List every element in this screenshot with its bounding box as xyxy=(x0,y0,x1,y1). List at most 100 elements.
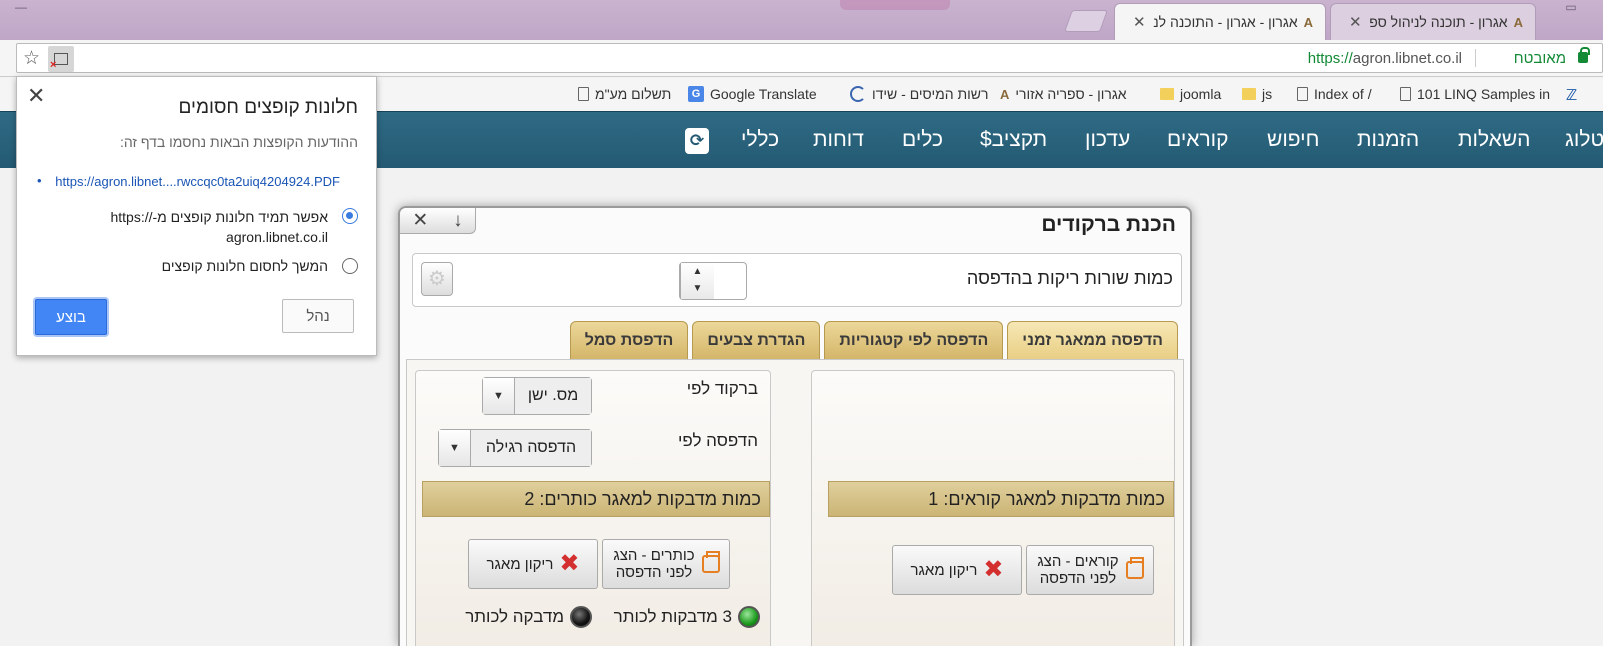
led-three-labels[interactable] xyxy=(738,606,760,628)
led-three-labels-label: 3 מדבקות לכותר xyxy=(613,607,732,626)
block-popups-radio[interactable] xyxy=(342,258,358,274)
close-tab-icon[interactable]: ✕ xyxy=(1127,13,1146,31)
led-one-label-label: מדבקה לכותר xyxy=(465,607,564,626)
empty-rows-row: כמות שורות ריקות בהדפסה ▲ ▼ ⚙ xyxy=(412,253,1182,307)
nav-tools[interactable]: כלים xyxy=(902,128,943,152)
agron-favicon-icon: A xyxy=(1303,14,1313,30)
titles-clear-pool-button[interactable]: ✖ ריקון מאגר xyxy=(468,539,598,589)
close-icon[interactable]: ✕ xyxy=(27,83,45,109)
barcode-by-label: ברקוד לפי xyxy=(686,379,758,398)
nav-general[interactable]: כללי xyxy=(741,128,779,152)
popup-blocked-bubble: ✕ חלונות קופצים חסומים ההודעות הקופצות ה… xyxy=(16,76,377,356)
red-x-icon: ✖ xyxy=(559,550,580,577)
printer-icon xyxy=(1126,557,1144,579)
bookmark-star-icon[interactable]: ☆ xyxy=(23,47,40,70)
done-button[interactable]: בוצע xyxy=(35,299,107,335)
red-x-icon: ✖ xyxy=(983,556,1004,583)
titles-show-before-print-button[interactable]: כותרים - הצג לפני הדפסה xyxy=(602,539,730,589)
nav-readers[interactable]: קוראים xyxy=(1167,128,1229,152)
readers-group-header: כמות מדבקות למאגר קוראים: 1 xyxy=(828,481,1174,517)
profile-icon[interactable]: ▭ xyxy=(1560,0,1582,18)
browser-tab-active[interactable]: A אגרון - אגרון - התוכנה לנ ✕ xyxy=(1114,3,1326,40)
tab-color-settings[interactable]: הגדרת צבעים xyxy=(692,321,821,359)
dialog-toolbar: ✕ ↓ xyxy=(400,208,476,234)
close-tab-icon[interactable]: ✕ xyxy=(1343,13,1362,31)
refresh-button[interactable]: ⟳ xyxy=(685,128,709,154)
agron-favicon-icon: A xyxy=(1513,14,1523,30)
bookmark-item[interactable]: תשלום מע"מ xyxy=(578,86,671,102)
close-icon[interactable]: ✕ xyxy=(412,209,428,232)
bookmark-item[interactable]: js xyxy=(1242,86,1272,102)
print-by-select[interactable]: ▼ הדפסה רגילה xyxy=(438,429,592,467)
tab-body: כמות מדבקות למאגר קוראים: 1 קוראים - הצג… xyxy=(406,359,1184,646)
nav-catalog[interactable]: קטלוג xyxy=(1565,128,1603,152)
chevron-down-icon[interactable]: ▼ xyxy=(483,378,515,414)
address-url: https://agron.libnet.co.il xyxy=(1307,50,1462,67)
blocked-popup-link[interactable]: https://agron.libnet....rwccqc0ta2uiq420… xyxy=(55,174,340,189)
browser-tab-inactive[interactable]: A אגרון - תוכנה לניהול ספ ✕ xyxy=(1330,3,1536,40)
gear-icon[interactable]: ⚙ xyxy=(421,262,453,296)
refresh-icon: ⟳ xyxy=(689,131,705,150)
dialog-tabs: הדפסה ממאגר זמני הדפסה לפי קטגוריות הגדר… xyxy=(569,321,1178,359)
window-menu-icon[interactable]: — xyxy=(10,0,32,18)
readers-panel: כמות מדבקות למאגר קוראים: 1 קוראים - הצג… xyxy=(811,370,1175,646)
bookmark-item[interactable]: G Google Translate xyxy=(688,86,817,102)
page-icon xyxy=(1400,87,1411,101)
download-arrow-icon[interactable]: ↓ xyxy=(453,210,463,232)
agron-icon: A xyxy=(1000,86,1010,102)
bookmark-blue-icon[interactable]: ℤ xyxy=(1566,86,1577,104)
address-bar[interactable]: ☆ https://agron.libnet.co.il מאובטח xyxy=(16,43,1603,73)
bookmark-item[interactable]: 101 LINQ Samples in xyxy=(1400,86,1550,102)
tab-print-by-category[interactable]: הדפסה לפי קטגוריות xyxy=(824,321,1004,359)
secure-label: מאובטח xyxy=(1513,50,1566,67)
readers-show-before-print-button[interactable]: קוראים - הצג לפני הדפסה xyxy=(1026,545,1154,595)
spinner-arrows-icon[interactable]: ▲ ▼ xyxy=(680,263,714,299)
page-icon xyxy=(1297,87,1308,101)
printer-icon xyxy=(702,551,720,573)
readers-clear-pool-button[interactable]: ✖ ריקון מאגר xyxy=(892,545,1022,595)
bookmark-item[interactable]: A אגרון - ספריה אזורי xyxy=(1000,86,1127,102)
faded-tab-background xyxy=(840,0,950,10)
nav-update[interactable]: עדכון xyxy=(1085,128,1130,152)
nav-reports[interactable]: דוחות xyxy=(813,128,864,152)
bubble-subtitle: ההודעות הקופצות הבאות נחסמו בדף זה: xyxy=(119,134,358,150)
new-tab-button[interactable] xyxy=(1063,10,1109,32)
tab-print-temp-pool[interactable]: הדפסה ממאגר זמני xyxy=(1007,321,1178,359)
print-by-label: הדפסה לפי xyxy=(678,431,758,450)
tab-title: אגרון - אגרון - התוכנה לנ xyxy=(1153,14,1298,30)
page-icon xyxy=(578,87,589,101)
nav-budget[interactable]: תקציב$ xyxy=(980,128,1047,152)
tab-print-symbol[interactable]: הדפסת סמל xyxy=(569,321,689,359)
browser-tabstrip: — ▭ A אגרון - אגרון - התוכנה לנ ✕ A אגרו… xyxy=(0,0,1603,40)
lock-icon[interactable] xyxy=(1578,47,1590,63)
dialog-title: הכנת ברקודים xyxy=(1041,213,1176,236)
address-separator xyxy=(1475,49,1476,67)
nav-loans[interactable]: השאלות xyxy=(1458,128,1531,152)
tab-title: אגרון - תוכנה לניהול ספ xyxy=(1369,14,1508,30)
allow-popups-radio[interactable] xyxy=(342,208,358,224)
barcode-by-select[interactable]: ▼ מס. ישן xyxy=(482,377,592,415)
manage-button[interactable]: נהל xyxy=(282,299,354,333)
barcode-dialog: ✕ ↓ הכנת ברקודים כמות שורות ריקות בהדפסה… xyxy=(398,206,1192,646)
titles-group-header: כמות מדבקות למאגר כותרים: 2 xyxy=(422,481,770,517)
nav-orders[interactable]: הזמנות xyxy=(1357,128,1419,152)
ring-icon xyxy=(850,86,866,102)
empty-rows-label: כמות שורות ריקות בהדפסה xyxy=(966,268,1173,288)
bullet-icon: • xyxy=(37,173,42,188)
bookmark-item[interactable]: Index of / xyxy=(1297,86,1372,102)
bubble-title: חלונות קופצים חסומים xyxy=(178,97,358,118)
block-popups-label: המשך לחסום חלונות קופצים xyxy=(161,258,328,274)
bookmark-item[interactable]: רשות המיסים - שידו xyxy=(850,86,988,102)
allow-popups-label: אפשר תמיד חלונות קופצים מ-https:// agron… xyxy=(110,209,328,245)
google-translate-icon: G xyxy=(688,86,704,102)
folder-icon xyxy=(1160,88,1174,100)
bookmark-item[interactable]: joomla xyxy=(1160,86,1221,102)
folder-icon xyxy=(1242,88,1256,100)
chevron-down-icon[interactable]: ▼ xyxy=(439,430,471,466)
empty-rows-spinner[interactable]: ▲ ▼ xyxy=(679,262,747,300)
led-one-label[interactable] xyxy=(570,606,592,628)
nav-search[interactable]: חיפוש xyxy=(1267,128,1319,152)
popup-blocked-icon[interactable] xyxy=(48,46,74,72)
browser-toolbar: ☆ https://agron.libnet.co.il מאובטח xyxy=(0,40,1603,77)
titles-panel: ברקוד לפי ▼ מס. ישן הדפסה לפי ▼ הדפסה רג… xyxy=(415,370,771,646)
